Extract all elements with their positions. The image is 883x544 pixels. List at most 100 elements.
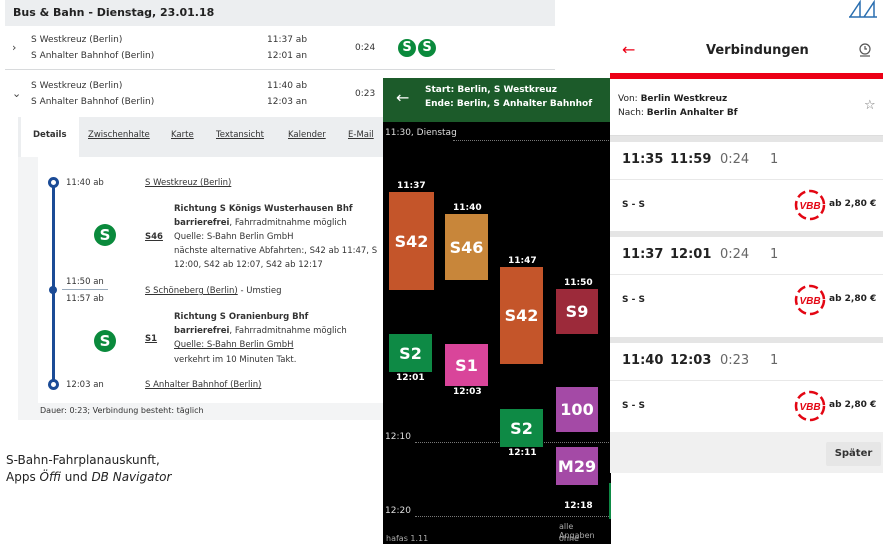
line2-frequency: verkehrt im 10 Minuten Takt. [174,355,297,365]
s-bahn-icon: S [418,39,436,57]
star-icon[interactable]: ☆ [864,98,876,113]
connection-card-2[interactable]: 11:37 12:01 0:24 1 S - S VBB ab 2,80 € [610,231,883,326]
connection-card-3[interactable]: 11:40 12:03 0:23 1 S - S VBB ab 2,80 € [610,337,883,432]
conn3-dep: 11:40 [622,353,664,368]
trip-time: 11:50 [564,278,593,288]
conn3-changes: 1 [770,353,779,368]
stop1-time: 11:40 ab [66,178,104,188]
time-gridline [453,140,611,141]
oeffi-panel: ← Start: Berlin, S Westkreuz Ende: Berli… [383,78,611,544]
stop-dot [48,177,59,188]
connection-row-1[interactable]: › S Westkreuz (Berlin) S Anhalter Bahnho… [5,32,555,68]
conn1-price: ab 2,80 € [829,199,877,209]
later-button[interactable]: Später [826,442,881,466]
tab-email[interactable]: E-Mail [348,130,374,140]
tab-zwischenhalte[interactable]: Zwischenhalte [88,130,150,140]
back-arrow-icon[interactable]: ← [396,88,409,107]
chevron-right-icon: › [12,41,17,54]
divider [610,380,883,381]
vbb-logo-icon: VBB [794,390,826,422]
line1-link[interactable]: S46 [145,232,163,242]
route-from: Von: Berlin Westkreuz [618,94,727,104]
line1-barrier: barrierefrei [174,218,230,228]
s-bahn-icon: S [94,224,116,246]
conn3-duration: 0:23 [720,353,750,368]
s-bahn-icon: S [94,330,116,352]
conn2-products: S - S [622,295,645,305]
tab-details[interactable]: Details [21,117,79,157]
line2-bike: , Fahrradmitnahme möglich [229,326,347,336]
stop3-station-link[interactable]: S Anhalter Bahnhof (Berlin) [145,380,261,390]
stop-dot [48,379,59,390]
clock-icon[interactable] [858,42,872,58]
oeffi-start: Start: Berlin, S Westkreuz [425,85,558,95]
stop2-note: - Umstieg [237,286,282,296]
trip-block-s42[interactable]: S42 [500,267,543,364]
trip-block-s42[interactable]: S42 [389,192,434,290]
row2-to: S Anhalter Bahnhof (Berlin) [31,97,155,107]
duration-text: Dauer: 0:23; Verbindung besteht: täglich [40,406,204,415]
tab-textansicht[interactable]: Textansicht [216,130,264,140]
conn2-dep: 11:37 [622,247,664,262]
line2-features: barrierefrei, Fahrradmitnahme möglich [174,326,347,336]
trip-block-s9[interactable]: S9 [556,289,598,334]
vbb-text: VBB [799,201,820,212]
vbb-text: VBB [799,296,820,307]
trip-block-s1[interactable]: S1 [445,344,488,386]
trip-block-100[interactable]: 100 [556,387,598,432]
conn3-arr: 12:03 [670,353,712,368]
trip-block-s2[interactable]: S2 [609,483,611,519]
row2-from: S Westkreuz (Berlin) [31,81,123,91]
route-summary: Von: Berlin Westkreuz Nach: Berlin Anhal… [610,79,883,136]
stop1-station-link[interactable]: S Westkreuz (Berlin) [145,178,231,188]
line2-link[interactable]: S1 [145,334,157,344]
line1-direction: Richtung S Königs Wusterhausen Bhf [174,204,353,214]
conn2-changes: 1 [770,247,779,262]
divider [5,69,555,70]
trip-block-s2[interactable]: S2 [389,334,432,372]
time-label-1220: 12:20 [385,506,411,516]
row2-arr: 12:03 an [267,97,308,107]
divider [610,179,883,180]
to-label: Nach: [618,108,647,118]
conn1-products: S - S [622,200,645,210]
row2-dep: 11:40 ab [267,81,308,91]
conn1-duration: 0:24 [720,152,750,167]
tab-kalender[interactable]: Kalender [288,130,326,140]
line1-bike: , Fahrradmitnahme möglich [229,218,347,228]
connection-card-1[interactable]: 11:35 11:59 0:24 1 S - S VBB ab 2,80 € [610,136,883,231]
divider [62,289,108,290]
trip-time: 11:47 [508,256,537,266]
caption-apps: Apps [6,470,40,484]
line2-barrier: barrierefrei [174,326,230,336]
trip-block-s2[interactable]: S2 [500,409,543,447]
conn3-products: S - S [622,401,645,411]
row2-duration: 0:23 [355,89,376,99]
trip-time: 11:37 [397,181,426,191]
trip-block-s46[interactable]: S46 [445,214,488,280]
dbnav-panel: ← Verbindungen Von: Berlin Westkreuz Nac… [610,28,883,473]
trip-time: 12:18 [564,501,593,511]
time-gridline [415,516,611,517]
back-arrow-icon[interactable]: ← [622,40,635,59]
to-station: Berlin Anhalter Bf [646,108,738,118]
time-label-1210: 12:10 [385,432,411,442]
vbb-logo-icon: VBB [794,189,826,221]
conn2-duration: 0:24 [720,247,750,262]
trip-block-m29[interactable]: M29 [556,447,598,485]
stop2-station-link[interactable]: S Schöneberg (Berlin) [145,286,238,296]
stop-dot [49,286,57,294]
trip-time: 12:01 [396,373,425,383]
detail-tabs: Details Zwischenhalte Karte Textansicht … [18,117,393,157]
dbnav-title: Verbindungen [706,43,809,58]
line2-source[interactable]: Quelle: S-Bahn Berlin GmbH [174,340,294,350]
line1-source: Quelle: S-Bahn Berlin GmbH [174,232,294,242]
caption-line-2: Apps Öffi und DB Navigator [6,470,171,484]
row1-to: S Anhalter Bahnhof (Berlin) [31,51,155,61]
line1-alternatives: nächste alternative Abfahrten:, S42 ab 1… [174,246,378,256]
vbb-text: VBB [799,402,820,413]
row1-dep: 11:37 ab [267,35,308,45]
divider [610,274,883,275]
busbahn-title: Bus & Bahn - Dienstag, 23.01.18 [5,0,555,26]
tab-karte[interactable]: Karte [171,130,194,140]
